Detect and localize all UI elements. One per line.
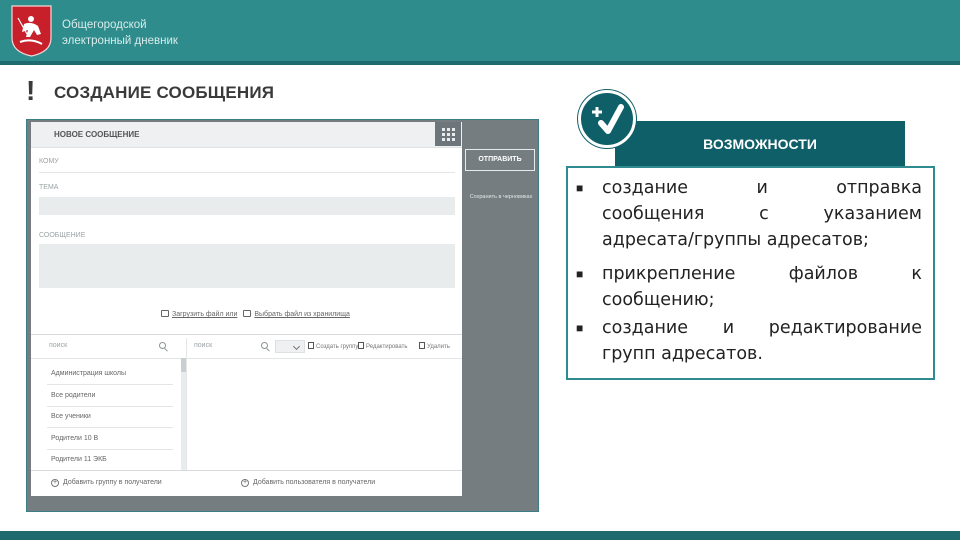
- group-search-input[interactable]: поиск: [49, 342, 67, 349]
- group-item-administration[interactable]: Администрация школы: [51, 370, 126, 377]
- possibility-item-2-line-2: сообщению;: [602, 290, 715, 310]
- footer-bar: [0, 531, 960, 540]
- group-item-all-parents[interactable]: Все родители: [51, 392, 95, 399]
- edit-group-button[interactable]: Редактировать: [358, 342, 407, 350]
- edit-group-label: Редактировать: [366, 344, 408, 350]
- upload-file-link[interactable]: Загрузить файл или: [172, 311, 237, 318]
- save-draft-link[interactable]: Сохранить в черновиках: [465, 194, 537, 200]
- new-message-form: НОВОЕ СООБЩЕНИЕ КОМУ ТЕМА СООБЩЕНИЕ Загр…: [31, 122, 462, 496]
- user-search-input[interactable]: поиск: [194, 342, 212, 349]
- brand-line-2: электронный дневник: [62, 35, 178, 47]
- exclamation-icon: !: [26, 75, 36, 106]
- group-item-parents-10v[interactable]: Родители 10 В: [51, 435, 98, 442]
- possibility-item-1-line-1: создание и отправка: [602, 178, 922, 198]
- section-divider: [31, 334, 462, 335]
- form-title: НОВОЕ СООБЩЕНИЕ: [54, 130, 140, 139]
- bullet-icon: ■: [576, 181, 584, 195]
- plus-circle-icon: +: [241, 479, 249, 487]
- bullet-icon: ■: [576, 321, 584, 335]
- document-icon: [308, 342, 314, 349]
- footer-divider: [31, 470, 462, 471]
- edit-icon: [358, 342, 364, 349]
- create-group-button[interactable]: Создать группу: [308, 342, 358, 350]
- possibility-item-2-line-1: прикрепление файлов к: [602, 264, 922, 284]
- brand-line-1: Общегородской: [62, 19, 147, 31]
- group-item-parents-11[interactable]: Родители 11 ЭКБ: [51, 456, 107, 463]
- list-separator: [47, 449, 173, 450]
- body-label: СООБЩЕНИЕ: [39, 232, 86, 239]
- list-separator: [47, 384, 173, 385]
- group-item-all-students[interactable]: Все ученики: [51, 413, 91, 420]
- message-form-screenshot: НОВОЕ СООБЩЕНИЕ КОМУ ТЕМА СООБЩЕНИЕ Загр…: [26, 119, 539, 512]
- send-button[interactable]: ОТПРАВИТЬ: [465, 149, 535, 171]
- list-separator: [47, 406, 173, 407]
- add-group-label: Добавить группу в получатели: [63, 479, 162, 486]
- plus-check-icon: [578, 90, 636, 148]
- add-user-link[interactable]: + Добавить пользователя в получатели: [241, 479, 375, 487]
- form-header: НОВОЕ СООБЩЕНИЕ: [31, 122, 462, 148]
- list-separator: [47, 427, 173, 428]
- grid-icon[interactable]: [435, 122, 461, 146]
- to-label: КОМУ: [39, 158, 59, 165]
- brand-name: Общегородской электронный дневник: [62, 17, 178, 49]
- top-header-bar: Общегородской электронный дневник: [0, 0, 960, 61]
- subject-input[interactable]: [39, 197, 455, 215]
- header-divider: [0, 61, 960, 65]
- search-icon[interactable]: [159, 342, 166, 349]
- possibilities-heading: ВОЗМОЖНОСТИ: [615, 121, 905, 167]
- paperclip-icon: [161, 310, 169, 317]
- message-body-input[interactable]: [39, 244, 455, 288]
- search-icon[interactable]: [261, 342, 268, 349]
- search-underline: [31, 358, 186, 359]
- add-group-link[interactable]: + Добавить группу в получатели: [51, 479, 162, 487]
- attach-row: Загрузить файл или Выбрать файл из храни…: [161, 310, 350, 318]
- possibility-item-1-line-2: сообщения с указанием: [602, 204, 922, 224]
- possibility-item-1-line-3: адресата/группы адресатов;: [602, 230, 869, 250]
- possibilities-list: ■ создание и отправка сообщения с указан…: [566, 166, 935, 380]
- plus-circle-icon: +: [51, 479, 59, 487]
- subject-label: ТЕМА: [39, 184, 59, 191]
- to-field[interactable]: [39, 172, 455, 173]
- moscow-coat-of-arms-icon: [11, 5, 52, 57]
- possibility-item-3-line-1: создание и редактирование: [602, 318, 922, 338]
- delete-group-button[interactable]: Удалить: [419, 342, 450, 350]
- add-user-label: Добавить пользователя в получатели: [253, 479, 376, 486]
- bullet-icon: ■: [576, 267, 584, 281]
- create-group-label: Создать группу: [316, 344, 359, 350]
- slide-title: СОЗДАНИЕ СООБЩЕНИЯ: [54, 83, 275, 102]
- filter-select[interactable]: [275, 340, 305, 353]
- folder-icon: [243, 310, 252, 317]
- possibility-item-3-line-2: групп адресатов.: [602, 344, 763, 364]
- delete-group-label: Удалить: [427, 344, 450, 350]
- toolbar-underline: [186, 358, 462, 359]
- trash-icon: [419, 342, 425, 349]
- choose-from-storage-link[interactable]: Выбрать файл из хранилища: [254, 311, 350, 318]
